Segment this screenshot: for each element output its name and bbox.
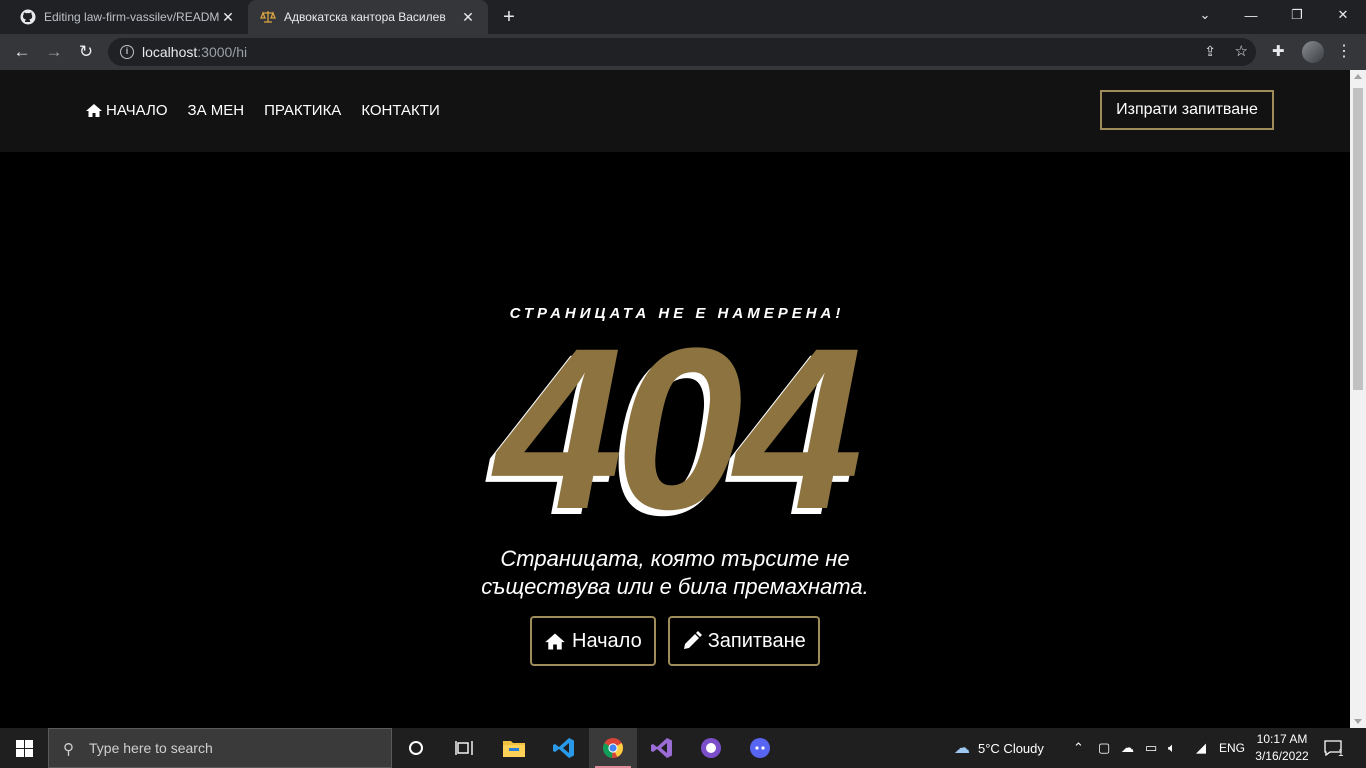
tab-search-chevron-icon[interactable]: ⌄ (1182, 0, 1228, 30)
send-inquiry-button[interactable]: Изпрати запитване (1100, 90, 1274, 130)
tab-title: Editing law-firm-vassilev/READM (44, 10, 220, 24)
nav-contacts-label: КОНТАКТИ (361, 102, 440, 119)
extensions-puzzle-icon[interactable]: ✚ (1272, 42, 1285, 60)
bookmark-star-icon[interactable]: ☆ (1235, 42, 1248, 60)
windows-start-button[interactable] (0, 728, 48, 768)
site-navbar: НАЧАЛО ЗА МЕН ПРАКТИКА КОНТАКТИ Изпрати … (0, 70, 1350, 152)
home-button[interactable]: Начало (530, 616, 656, 666)
taskbar-search[interactable]: ⚲ Type here to search (48, 728, 392, 768)
inquiry-button-label: Запитване (707, 629, 806, 652)
home-icon (86, 104, 102, 117)
forward-arrow-icon[interactable]: → (40, 38, 68, 66)
search-icon: ⚲ (63, 741, 74, 758)
windows-logo-icon (15, 739, 33, 757)
error-message-line1: Страницата, която търсите не (500, 546, 850, 571)
scroll-up-icon[interactable] (1354, 74, 1362, 79)
address-bar[interactable]: i localhost:3000/hi ⇪ ☆ (108, 38, 1256, 66)
github-desktop-icon[interactable] (687, 728, 735, 768)
page-scrollbar[interactable] (1350, 70, 1366, 728)
scales-icon (260, 9, 276, 25)
url-path: :3000/hi (197, 44, 248, 60)
tab-github[interactable]: Editing law-firm-vassilev/READM ✕ (8, 0, 248, 34)
windows-taskbar: ⚲ Type here to search ☁ 5°C Cloudy ⌃ ▢ ☁… (0, 728, 1366, 768)
volume-icon[interactable]: 🔈︎ (1168, 728, 1176, 768)
nav-about-link[interactable]: ЗА МЕН (188, 102, 245, 119)
minimize-icon[interactable]: — (1228, 0, 1274, 30)
clock-date: 3/16/2022 (1255, 749, 1309, 763)
nav-home-label: НАЧАЛО (106, 102, 168, 119)
visual-studio-icon[interactable] (638, 728, 686, 768)
wifi-icon[interactable]: ◢ (1196, 728, 1206, 768)
vscode-icon[interactable] (540, 728, 588, 768)
tab-title: Адвокатска кантора Василев (284, 10, 446, 24)
home-button-label: Начало (572, 629, 642, 652)
close-icon[interactable]: ✕ (460, 9, 476, 25)
nav-about-label: ЗА МЕН (187, 102, 245, 119)
clock-time: 10:17 AM (1256, 732, 1308, 746)
search-placeholder: Type here to search (89, 740, 213, 756)
show-hidden-icons-chevron-icon[interactable]: ⌃ (1073, 728, 1084, 768)
task-view-icon[interactable] (440, 728, 488, 768)
notification-count: 1 (1338, 747, 1344, 759)
scroll-down-icon[interactable] (1354, 719, 1362, 724)
cortana-icon[interactable] (392, 728, 440, 768)
scrollbar-thumb[interactable] (1353, 88, 1363, 390)
inquiry-button[interactable]: Запитване (667, 616, 820, 666)
profile-avatar[interactable] (1302, 41, 1324, 63)
back-arrow-icon[interactable]: ← (8, 38, 36, 66)
cloud-icon: ☁ (954, 740, 970, 757)
browser-menu-icon[interactable]: ⋮ (1336, 42, 1352, 62)
error-message-line2: съществува или е била премахната. (481, 574, 869, 599)
new-tab-button[interactable]: + (498, 7, 520, 29)
share-icon[interactable]: ⇪ (1204, 43, 1216, 60)
browser-toolbar: ← → ↻ i localhost:3000/hi ⇪ ☆ ✚ (0, 34, 1366, 70)
error-code: 404 (495, 300, 863, 557)
file-explorer-icon[interactable] (490, 728, 538, 768)
nav-contacts-link[interactable]: КОНТАКТИ (361, 102, 439, 119)
battery-icon[interactable]: ▭ (1145, 728, 1157, 768)
nav-links: НАЧАЛО ЗА МЕН ПРАКТИКА КОНТАКТИ (85, 102, 440, 119)
notifications-button[interactable]: 1 (1324, 728, 1344, 768)
web-page: НАЧАЛО ЗА МЕН ПРАКТИКА КОНТАКТИ Изпрати … (0, 70, 1350, 728)
pencil-icon (683, 631, 702, 649)
chrome-taskbar-icon[interactable] (589, 728, 637, 768)
nav-practice-link[interactable]: ПРАКТИКА (264, 102, 341, 119)
github-icon (20, 9, 36, 25)
weather-text: 5°C Cloudy (978, 740, 1044, 756)
url-text[interactable]: localhost:3000/hi (142, 44, 247, 60)
nav-home-link[interactable]: НАЧАЛО (85, 102, 168, 119)
close-window-icon[interactable]: ✕ (1320, 0, 1366, 30)
input-language[interactable]: ENG (1219, 728, 1245, 768)
close-icon[interactable]: ✕ (220, 9, 236, 25)
action-buttons: Начало Запитване (530, 616, 820, 666)
meet-now-icon[interactable]: ▢ (1098, 728, 1110, 768)
info-icon[interactable]: i (120, 45, 134, 59)
weather-widget[interactable]: ☁ 5°C Cloudy (954, 728, 1044, 768)
tab-law-firm[interactable]: Адвокатска кантора Василев ✕ (248, 0, 488, 34)
error-message: Страницата, която търсите не съществува … (0, 545, 1350, 601)
discord-icon[interactable] (736, 728, 784, 768)
url-host: localhost (142, 44, 198, 60)
onedrive-cloud-icon[interactable]: ☁ (1121, 728, 1134, 768)
browser-tab-strip: Editing law-firm-vassilev/READM ✕ Адвока… (0, 0, 1366, 34)
reload-icon[interactable]: ↻ (72, 38, 100, 66)
system-clock[interactable]: 10:17 AM 3/16/2022 (1252, 731, 1312, 765)
restore-icon[interactable]: ❐ (1274, 0, 1320, 30)
home-icon (545, 633, 565, 649)
nav-practice-label: ПРАКТИКА (264, 102, 342, 119)
